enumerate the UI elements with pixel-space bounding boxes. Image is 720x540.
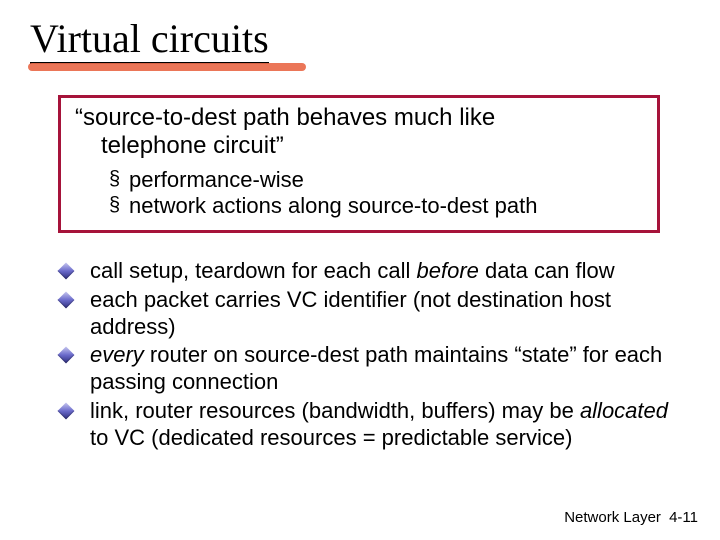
diamond-icon [58, 263, 75, 280]
sub-item-1: performance-wise [109, 167, 643, 194]
diamond-icon [58, 347, 75, 364]
footer-page: 4-11 [669, 509, 698, 526]
bullet-3-text-a: every [90, 342, 144, 367]
slide-title: Virtual circuits [30, 18, 269, 64]
bullet-1-text-c: data can flow [479, 258, 615, 283]
quote-line-1: “source-to-dest path behaves much like [75, 104, 495, 131]
bullet-1-text-a: call setup, teardown for each call [90, 258, 417, 283]
quote-line-2: telephone circuit” [75, 132, 643, 160]
highlight-marker-icon [28, 63, 306, 71]
diamond-icon [58, 291, 75, 308]
sub-list: performance-wise network actions along s… [109, 167, 643, 221]
bullet-2: each packet carries VC identifier (not d… [58, 287, 668, 341]
bullet-3: every router on source-dest path maintai… [58, 342, 668, 396]
bullet-1-text-b: before [417, 258, 479, 283]
footer: Network Layer 4-11 [564, 509, 698, 526]
footer-chapter: Network Layer [564, 509, 661, 526]
bullet-4-text-b: allocated [580, 398, 668, 423]
title-wrap: Virtual circuits [30, 18, 269, 64]
bullet-2-text: each packet carries VC identifier (not d… [90, 287, 611, 339]
main-bullet-list: call setup, teardown for each call befor… [58, 258, 668, 454]
slide: Virtual circuits “source-to-dest path be… [0, 0, 720, 540]
sub-item-2: network actions along source-to-dest pat… [109, 193, 643, 220]
quote-text: “source-to-dest path behaves much like t… [75, 104, 643, 161]
definition-box: “source-to-dest path behaves much like t… [58, 95, 660, 233]
bullet-4-text-a: link, router resources (bandwidth, buffe… [90, 398, 580, 423]
bullet-1: call setup, teardown for each call befor… [58, 258, 668, 285]
bullet-3-text-b: router on source-dest path maintains “st… [90, 342, 662, 394]
diamond-icon [58, 403, 75, 420]
bullet-4-text-c: to VC (dedicated resources = predictable… [90, 425, 572, 450]
bullet-4: link, router resources (bandwidth, buffe… [58, 398, 668, 452]
